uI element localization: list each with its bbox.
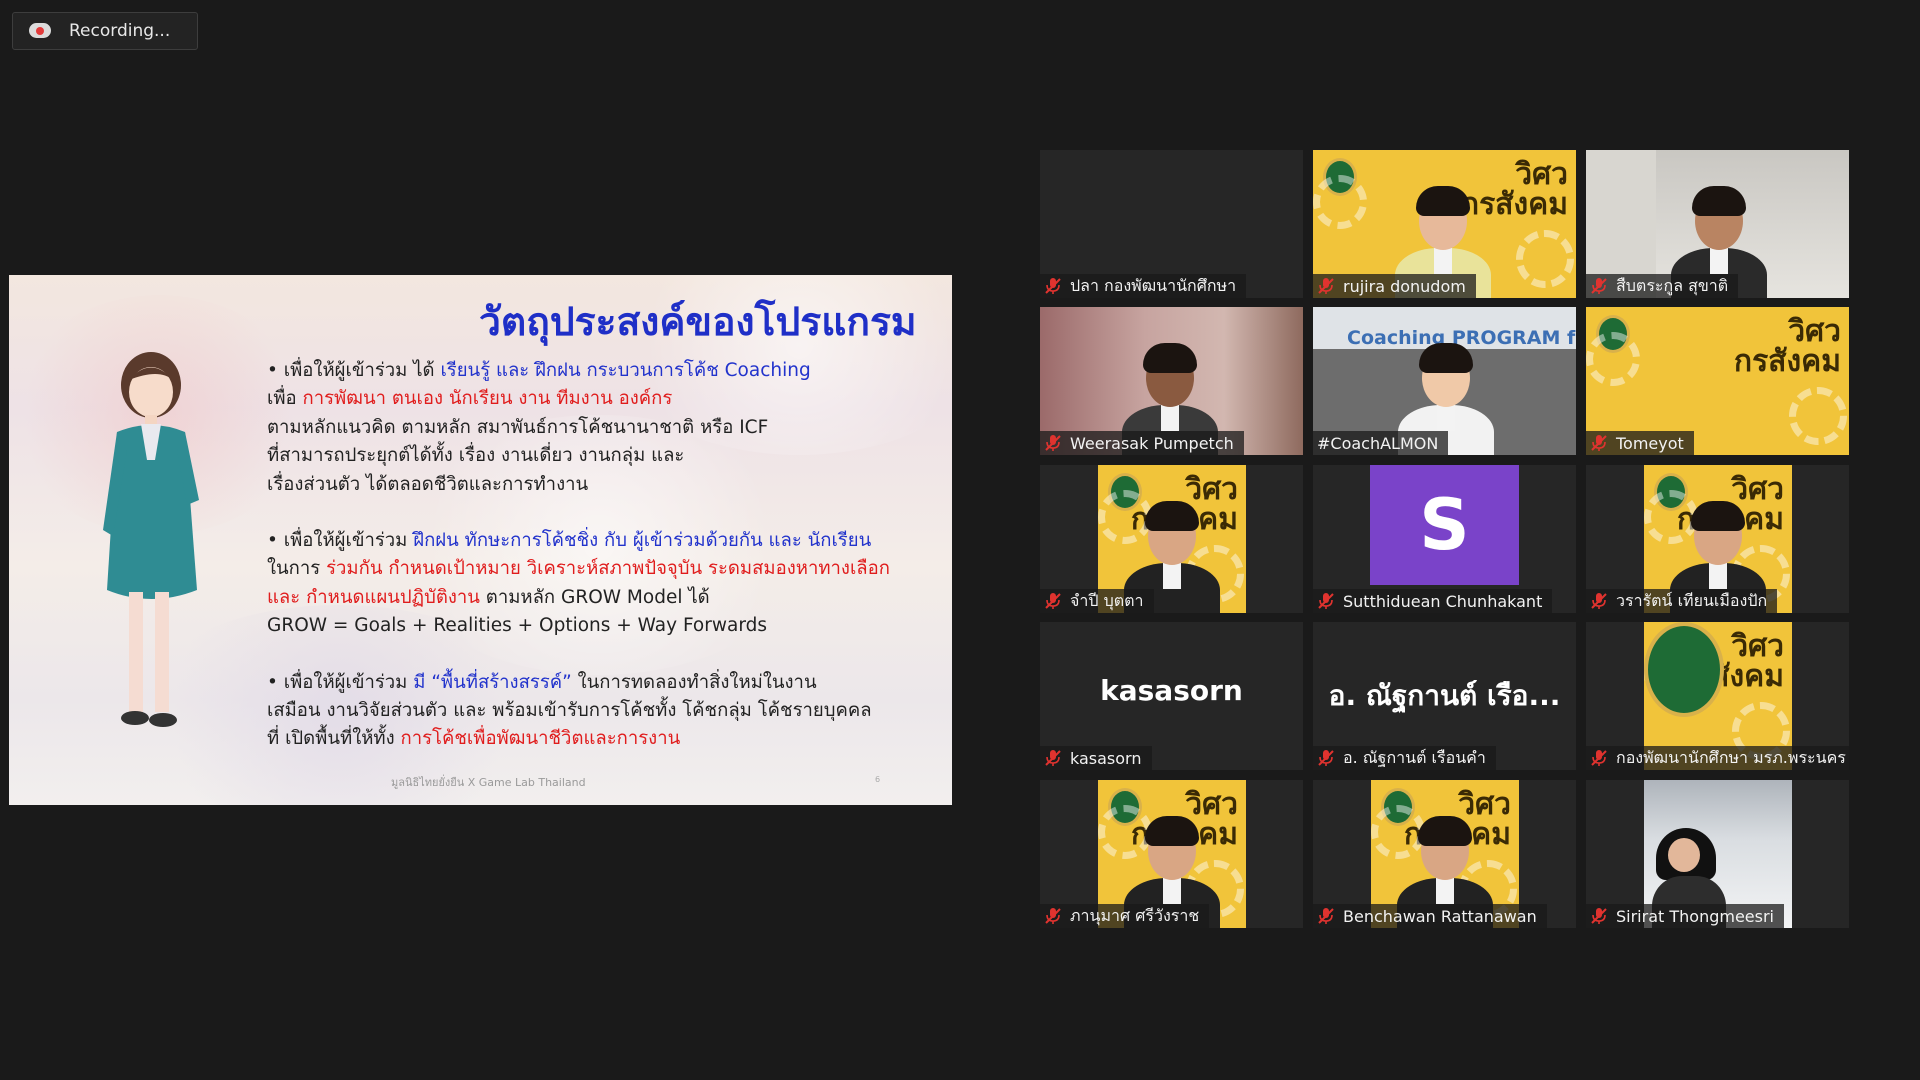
objective-1-line-2: เพื่อ การพัฒนา ตนเอง นักเรียน งาน ทีมงาน…: [267, 388, 673, 410]
objective-3-line-2: เสมือน งานวิจัยส่วนตัว และ พร้อมเข้ารับก…: [267, 700, 872, 722]
participant-name: ภานุมาศ ศรีวังราช: [1070, 905, 1200, 925]
participant-tile[interactable]: วิศวกรสังคมจำปี บุตตา: [1040, 465, 1303, 613]
participant-name-label: จำปี บุตตา: [1040, 589, 1154, 613]
participant-tile[interactable]: สืบตระกูล สุขาติ: [1586, 150, 1849, 298]
participant-name: กองพัฒนานักศึกษา มรภ.พระนคร: [1616, 747, 1846, 767]
slide-page-number: 6: [875, 775, 881, 784]
participant-name-label: กองพัฒนานักศึกษา มรภ.พระนคร: [1586, 746, 1849, 770]
participant-name-label: Weerasak Pumpetch: [1040, 431, 1244, 455]
objective-1-line-4: ที่สามารถประยุกต์ได้ทั้ง เรื่อง งานเดี่ย…: [267, 445, 685, 467]
objective-1-line-5: เรื่องส่วนตัว ได้ตลอดชีวิตและการทำงาน: [267, 473, 589, 495]
mic-muted-icon: [1317, 907, 1335, 925]
objective-2-line-1: • เพื่อให้ผู้เข้าร่วม ฝึกฝน ทักษะการโค้ช…: [267, 530, 872, 552]
mic-muted-icon: [1590, 592, 1608, 610]
slide-body: • เพื่อให้ผู้เข้าร่วม ได้ เรียนรู้ และ ฝ…: [267, 357, 947, 754]
participant-tile[interactable]: วิศวกรสังคมวรารัตน์ เทียนเมืองปัก: [1586, 465, 1849, 613]
participant-name: สืบตระกูล สุขาติ: [1616, 275, 1729, 295]
objective-3-line-3: ที่ เปิดพื้นที่ให้ทั้ง การโค้ชเพื่อพัฒนา…: [267, 728, 681, 750]
participant-tile[interactable]: Weerasak Pumpetch: [1040, 307, 1303, 455]
participant-name-label: Sirirat Thongmeesri: [1586, 904, 1784, 928]
participant-name: Weerasak Pumpetch: [1070, 433, 1234, 453]
participant-tile[interactable]: วิศว กรสังคม กองพัฒนานักศึกษา มรภ.พระนคร: [1586, 622, 1849, 770]
mic-muted-icon: [1044, 907, 1062, 925]
brand-text: วิศวกรสังคม: [1460, 157, 1568, 222]
participant-name-label: สืบตระกูล สุขาติ: [1586, 274, 1739, 298]
objective-2-line-4: GROW = Goals + Realities + Options + Way…: [267, 615, 767, 637]
mic-muted-icon: [1317, 277, 1335, 295]
mic-muted-icon: [1317, 749, 1335, 767]
objective-1-line-3: ตามหลักแนวคิด ตามหลัก สมาพันธ์การโค้ชนาน…: [267, 416, 769, 438]
participant-name: ปลา กองพัฒนานักศึกษา: [1070, 275, 1237, 295]
participant-tile[interactable]: S Sutthiduean Chunhakant: [1313, 465, 1576, 613]
participant-name: rujira donudom: [1343, 276, 1466, 296]
brand-text: วิศวกรสังคม: [1733, 314, 1841, 379]
mic-muted-icon: [1044, 592, 1062, 610]
participant-tile[interactable]: Coaching PROGRAM for Teacher#CoachALMON: [1313, 307, 1576, 455]
participant-name: Sutthiduean Chunhakant: [1343, 591, 1543, 611]
objective-1-line-1: • เพื่อให้ผู้เข้าร่วม ได้ เรียนรู้ และ ฝ…: [267, 360, 811, 381]
slide-title: วัตถุประสงค์ของโปรแกรม: [479, 300, 917, 345]
mic-muted-icon: [1044, 277, 1062, 295]
mic-muted-icon: [1590, 277, 1608, 295]
participant-tile[interactable]: Sirirat Thongmeesri: [1586, 780, 1849, 928]
participant-name: วรารัตน์ เทียนเมืองปัก: [1616, 590, 1768, 610]
participant-tile[interactable]: kasasorn kasasorn: [1040, 622, 1303, 770]
participant-name: #CoachALMON: [1317, 433, 1439, 453]
participant-name-label: rujira donudom: [1313, 274, 1476, 298]
shared-slide: วัตถุประสงค์ของโปรแกรม • เพื่อให้ผู้เข้า…: [9, 275, 952, 805]
recording-label: Recording...: [69, 21, 171, 41]
cloud-record-icon: [27, 23, 53, 39]
participant-name-label: วรารัตน์ เทียนเมืองปัก: [1586, 589, 1778, 613]
participant-name-label: ภานุมาศ ศรีวังราช: [1040, 904, 1210, 928]
mic-muted-icon: [1317, 592, 1335, 610]
participant-name-label: อ. ณัฐกานต์ เรือนคำ: [1313, 746, 1496, 770]
participant-name-label: Tomeyot: [1586, 431, 1694, 455]
objective-3-line-1: • เพื่อให้ผู้เข้าร่วม มี “พื้นที่สร้างสร…: [267, 671, 817, 693]
participant-name-label: ปลา กองพัฒนานักศึกษา: [1040, 274, 1247, 298]
mic-muted-icon: [1590, 434, 1608, 452]
participant-name: อ. ณัฐกานต์ เรือนคำ: [1343, 747, 1486, 767]
participant-name: Benchawan Rattanawan: [1343, 906, 1537, 926]
participant-name-label: #CoachALMON: [1313, 431, 1449, 455]
objective-2-line-3: และ กำหนดแผนปฏิบัติงาน ตามหลัก GROW Mode…: [267, 586, 710, 608]
participant-tile[interactable]: วิศว กรสังคม Tomeyot: [1586, 307, 1849, 455]
participant-name-label: Benchawan Rattanawan: [1313, 904, 1547, 928]
objective-2-line-2: ในการ ร่วมกัน กำหนดเป้าหมาย วิเคราะห์สภา…: [267, 558, 890, 580]
participant-name-label: Sutthiduean Chunhakant: [1313, 589, 1553, 613]
participant-tile[interactable]: ปลา กองพัฒนานักศึกษา: [1040, 150, 1303, 298]
recording-indicator[interactable]: Recording...: [12, 12, 198, 50]
mic-muted-icon: [1044, 749, 1062, 767]
participant-tile[interactable]: วิศวกรสังคมภานุมาศ ศรีวังราช: [1040, 780, 1303, 928]
participant-name: จำปี บุตตา: [1070, 590, 1144, 610]
cartoon-girl-illustration: [103, 352, 199, 727]
participant-name-label: kasasorn: [1040, 746, 1152, 770]
display-name: kasasorn: [1100, 674, 1243, 707]
participant-name: Tomeyot: [1616, 433, 1684, 453]
slide-footer: มูลนิธิไทยยั่งยืน X Game Lab Thailand: [391, 776, 586, 789]
mic-muted-icon: [1590, 907, 1608, 925]
display-name: อ. ณัฐกานต์ เรือ...: [1328, 679, 1561, 712]
participant-tile[interactable]: วิศว กรสังคม rujira donudom: [1313, 150, 1576, 298]
participant-tile[interactable]: อ. ณัฐกานต์ เรือ... อ. ณัฐกานต์ เรือนคำ: [1313, 622, 1576, 770]
participant-name: Sirirat Thongmeesri: [1616, 906, 1774, 926]
mic-muted-icon: [1044, 434, 1062, 452]
participant-name: kasasorn: [1070, 748, 1142, 768]
avatar: S: [1370, 465, 1519, 585]
mic-muted-icon: [1590, 749, 1608, 767]
participant-tile[interactable]: วิศวกรสังคมBenchawan Rattanawan: [1313, 780, 1576, 928]
